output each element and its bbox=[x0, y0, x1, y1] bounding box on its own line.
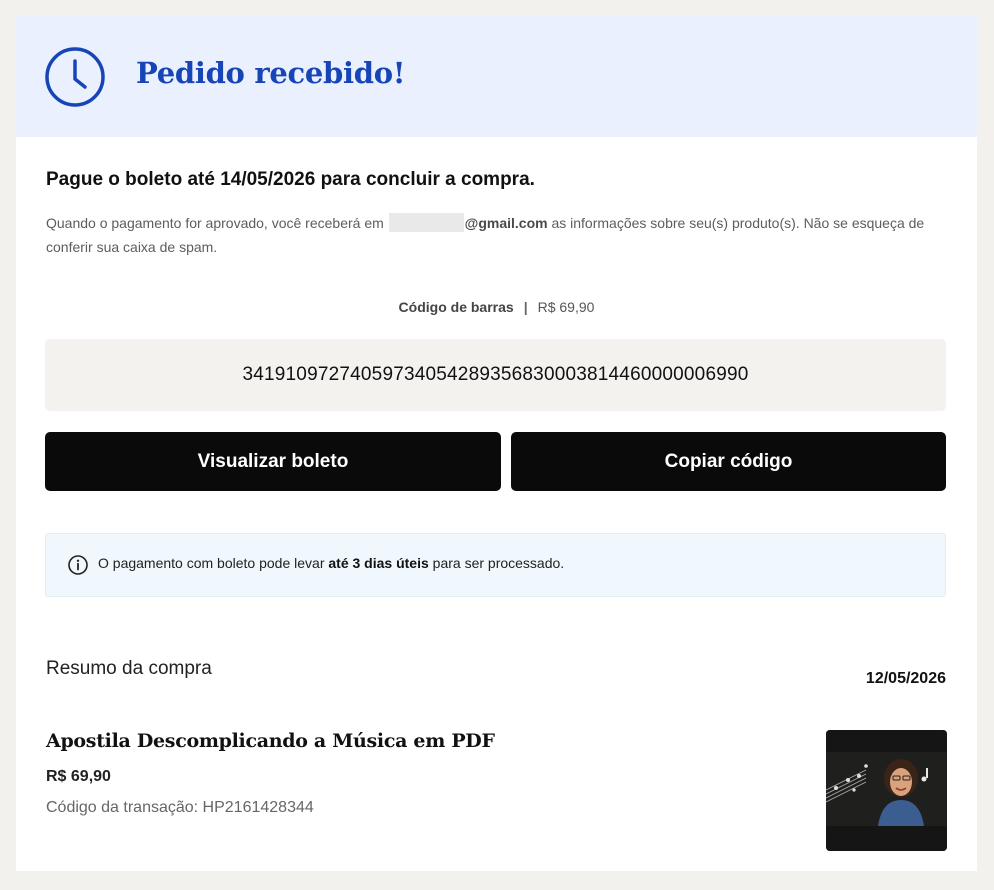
order-header: Pedido recebido! bbox=[16, 16, 977, 137]
product-image bbox=[826, 730, 947, 851]
page-title: Pedido recebido! bbox=[136, 56, 406, 90]
view-boleto-button[interactable]: Visualizar boleto bbox=[45, 432, 501, 491]
purchase-date: 12/05/2026 bbox=[865, 670, 946, 687]
clock-icon bbox=[45, 47, 105, 107]
info-icon bbox=[68, 555, 88, 575]
info-text-highlight: até 3 dias úteis bbox=[328, 555, 429, 571]
payment-deadline-headline: Pague o boleto até 14/05/2026 para concl… bbox=[46, 169, 535, 190]
info-text-end: para ser processado. bbox=[428, 555, 565, 571]
processing-info-banner: O pagamento com boleto pode levar até 3 … bbox=[45, 533, 946, 597]
label-separator: | bbox=[523, 299, 528, 315]
info-text: O pagamento com boleto pode levar até 3 … bbox=[98, 555, 564, 571]
transaction-code: Código da transação: HP2161428344 bbox=[46, 799, 314, 816]
barcode-label: Código de barras bbox=[398, 299, 514, 315]
info-text-start: O pagamento com boleto pode levar bbox=[98, 555, 329, 571]
purchase-summary-title: Resumo da compra bbox=[46, 658, 212, 679]
redacted-email-user bbox=[388, 213, 464, 232]
description-text-start: Quando o pagamento for aprovado, você re… bbox=[46, 215, 388, 231]
product-name: Apostila Descomplicando a Música em PDF bbox=[46, 730, 495, 752]
barcode-number-box[interactable]: 3419109727405973405428935683000381446000… bbox=[45, 339, 946, 411]
product-thumbnail bbox=[826, 730, 947, 851]
barcode-amount: R$ 69,90 bbox=[537, 299, 595, 315]
product-price: R$ 69,90 bbox=[46, 768, 111, 785]
barcode-label-row: Código de barras | R$ 69,90 bbox=[16, 299, 977, 315]
order-card: Pedido recebido! Pague o boleto até 14/0… bbox=[16, 16, 977, 871]
payment-description: Quando o pagamento for aprovado, você re… bbox=[46, 211, 936, 259]
copy-code-button[interactable]: Copiar código bbox=[511, 432, 946, 491]
barcode-number[interactable]: 3419109727405973405428935683000381446000… bbox=[242, 364, 748, 386]
email-domain: @gmail.com bbox=[464, 215, 548, 231]
